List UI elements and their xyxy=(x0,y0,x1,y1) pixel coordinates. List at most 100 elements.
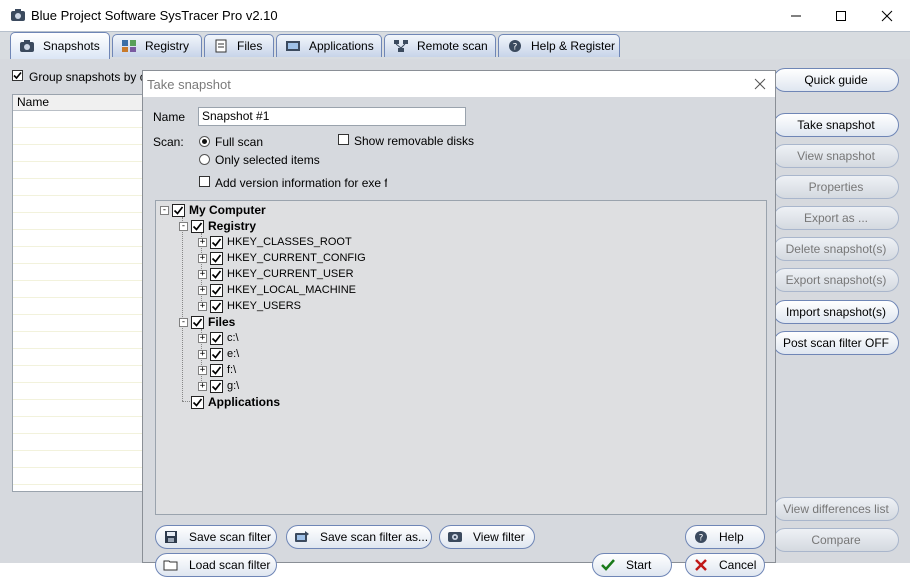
view-differences-list-button[interactable]: View differences list xyxy=(773,497,899,521)
start-check-icon xyxy=(601,559,615,571)
dialog-close-icon[interactable] xyxy=(751,75,769,93)
tree-node-hku[interactable]: + HKEY_USERS xyxy=(198,298,301,314)
tree-checkbox[interactable] xyxy=(210,235,223,249)
tab-snapshots[interactable]: Snapshots xyxy=(10,32,110,59)
expand-icon[interactable]: + xyxy=(198,365,207,375)
tree-checkbox[interactable] xyxy=(210,379,223,393)
take-snapshot-button[interactable]: Take snapshot xyxy=(773,113,899,137)
folder-open-icon xyxy=(163,560,178,571)
take-snapshot-dialog: Take snapshot Name Snapshot #1 Scan: Ful… xyxy=(142,70,776,577)
tree-node-hklm[interactable]: + HKEY_LOCAL_MACHINE xyxy=(198,282,356,298)
tree-checkbox[interactable] xyxy=(191,315,204,329)
button-label: View filter xyxy=(473,530,525,544)
list-item xyxy=(13,400,147,417)
list-item xyxy=(13,434,147,451)
tab-registry[interactable]: Registry xyxy=(112,34,202,57)
show-removable-checkbox[interactable] xyxy=(338,134,349,145)
save-scan-filter-as-button[interactable]: Save scan filter as... xyxy=(286,525,432,549)
delete-snapshots-button[interactable]: Delete snapshot(s) xyxy=(773,237,899,261)
tab-applications[interactable]: Applications xyxy=(276,34,382,57)
expand-icon[interactable]: + xyxy=(198,301,207,311)
cancel-button[interactable]: Cancel xyxy=(685,553,765,577)
list-item xyxy=(13,196,147,213)
help-button[interactable]: ? Help xyxy=(685,525,765,549)
post-scan-filter-button[interactable]: Post scan filter OFF xyxy=(773,331,899,355)
tree-checkbox[interactable] xyxy=(210,251,223,265)
list-item xyxy=(13,485,147,491)
button-label: Cancel xyxy=(719,558,757,572)
show-removable-label: Show removable disks xyxy=(354,134,475,148)
tree-checkbox[interactable] xyxy=(210,299,223,313)
tree-checkbox[interactable] xyxy=(210,283,223,297)
tree-node-files[interactable]: - Files xyxy=(179,314,235,330)
properties-button[interactable]: Properties xyxy=(773,175,899,199)
radio-dot xyxy=(202,139,207,144)
tree-node-applications[interactable]: Applications xyxy=(191,394,280,410)
tree-checkbox[interactable] xyxy=(191,219,204,233)
tree-label: e:\ xyxy=(227,348,240,360)
tree-checkbox[interactable] xyxy=(172,203,185,217)
expand-icon[interactable]: + xyxy=(198,381,207,391)
tree-checkbox[interactable] xyxy=(210,267,223,281)
close-button[interactable] xyxy=(864,0,910,31)
export-as-button[interactable]: Export as ... xyxy=(773,206,899,230)
tree-node-hkcu[interactable]: + HKEY_CURRENT_USER xyxy=(198,266,354,282)
list-item xyxy=(13,383,147,400)
tree-label: HKEY_CLASSES_ROOT xyxy=(227,236,352,248)
tree-node-my-computer[interactable]: - My Computer xyxy=(160,202,266,218)
expand-icon[interactable]: + xyxy=(198,333,207,343)
full-scan-label: Full scan xyxy=(215,135,264,149)
checkmark-icon xyxy=(211,269,222,279)
tree-node-hkcc[interactable]: + HKEY_CURRENT_CONFIG xyxy=(198,250,366,266)
collapse-icon[interactable]: - xyxy=(179,317,188,327)
full-scan-radio[interactable] xyxy=(199,136,210,147)
camera-icon xyxy=(20,40,34,52)
expand-icon[interactable]: + xyxy=(198,349,207,359)
quick-guide-button[interactable]: Quick guide xyxy=(773,68,899,92)
start-button[interactable]: Start xyxy=(592,553,672,577)
list-item xyxy=(13,264,147,281)
tree-checkbox[interactable] xyxy=(210,363,223,377)
minimize-button[interactable] xyxy=(773,0,819,31)
expand-icon[interactable]: + xyxy=(198,285,207,295)
button-label: Save scan filter as... xyxy=(320,530,429,544)
list-item xyxy=(13,451,147,468)
maximize-button[interactable] xyxy=(818,0,864,31)
import-snapshots-button[interactable]: Import snapshot(s) xyxy=(773,300,899,324)
view-snapshot-button[interactable]: View snapshot xyxy=(773,144,899,168)
tab-remote-scan[interactable]: Remote scan xyxy=(384,34,496,57)
save-scan-filter-button[interactable]: Save scan filter xyxy=(155,525,277,549)
tree-node-hkcr[interactable]: + HKEY_CLASSES_ROOT xyxy=(198,234,352,250)
snapshot-list[interactable]: Name xyxy=(12,94,148,492)
tree-node-drive-f[interactable]: + f:\ xyxy=(198,362,236,378)
tab-files[interactable]: Files xyxy=(204,34,274,57)
tree-node-registry[interactable]: - Registry xyxy=(179,218,256,234)
view-filter-button[interactable]: View filter xyxy=(439,525,535,549)
checkmark-icon xyxy=(173,205,184,215)
collapse-icon[interactable]: - xyxy=(160,205,169,215)
tab-help-register[interactable]: ? Help & Register xyxy=(498,34,620,57)
snapshot-name-input[interactable]: Snapshot #1 xyxy=(198,107,466,126)
tree-node-drive-c[interactable]: + c:\ xyxy=(198,330,239,346)
button-label: Help xyxy=(719,530,744,544)
tree-checkbox[interactable] xyxy=(210,331,223,345)
expand-icon[interactable]: + xyxy=(198,269,207,279)
expand-icon[interactable]: + xyxy=(198,237,207,247)
expand-icon[interactable]: + xyxy=(198,253,207,263)
list-item xyxy=(13,128,147,145)
group-snapshots-checkbox[interactable] xyxy=(12,70,23,81)
compare-button[interactable]: Compare xyxy=(773,528,899,552)
tree-node-drive-g[interactable]: + g:\ xyxy=(198,378,239,394)
load-scan-filter-button[interactable]: Load scan filter xyxy=(155,553,277,577)
tree-node-drive-e[interactable]: + e:\ xyxy=(198,346,239,362)
list-column-header-name[interactable]: Name xyxy=(13,95,147,111)
export-snapshots-button[interactable]: Export snapshot(s) xyxy=(773,268,899,292)
add-version-checkbox[interactable] xyxy=(199,176,210,187)
tree-checkbox[interactable] xyxy=(191,395,204,409)
scan-tree[interactable]: - My Computer - Registry + HKEY_CLASSES_… xyxy=(155,200,767,515)
tree-checkbox[interactable] xyxy=(210,347,223,361)
collapse-icon[interactable]: - xyxy=(179,221,188,231)
name-label: Name xyxy=(153,110,186,124)
only-selected-radio[interactable] xyxy=(199,154,210,165)
file-icon xyxy=(215,39,227,53)
